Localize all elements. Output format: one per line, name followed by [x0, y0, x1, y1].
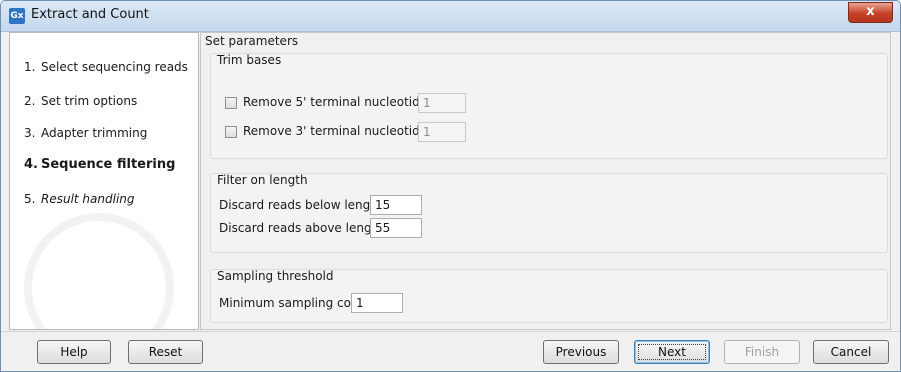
previous-button[interactable]: Previous [543, 340, 619, 364]
parameters-panel: Set parameters Trim bases Remove 5' term… [200, 32, 891, 330]
next-button[interactable]: Next [634, 340, 710, 364]
focus-ring [638, 344, 706, 360]
step-number: 5. [24, 192, 36, 206]
discard-above-input[interactable]: 55 [370, 218, 422, 238]
step-label: Select sequencing reads [41, 60, 188, 74]
step-sequence-filtering: 4. Sequence filtering [24, 157, 175, 172]
remove-5-label: Remove 5' terminal nucleotides [243, 95, 434, 109]
dialog-content: 1. Select sequencing reads 2. Set trim opt… [9, 32, 891, 330]
step-label: Sequence filtering [41, 157, 176, 172]
min-sampling-label: Minimum sampling count [219, 296, 371, 310]
remove-5-input[interactable]: 1 [418, 93, 466, 113]
panel-title: Set parameters [205, 34, 299, 48]
filter-length-group: Filter on length Discard reads below len… [210, 173, 888, 253]
sampling-threshold-group: Sampling threshold Minimum sampling coun… [210, 269, 888, 323]
step-number: 2. [24, 94, 36, 108]
title-bar: Gx Extract and Count x [1, 1, 900, 32]
step-number: 1. [24, 60, 36, 74]
discard-below-label: Discard reads below length [219, 198, 383, 212]
finish-button[interactable]: Finish [724, 340, 800, 364]
group-title: Sampling threshold [217, 269, 334, 283]
help-button[interactable]: Help [37, 340, 111, 364]
step-number: 3. [24, 126, 36, 140]
step-label: Result handling [41, 192, 135, 206]
step-trim-options: 2. Set trim options [24, 94, 137, 108]
group-title: Trim bases [217, 53, 282, 67]
watermark-seal-icon [24, 213, 174, 329]
dialog-window: Gx Extract and Count x 1. Select sequenci… [0, 0, 901, 372]
step-select-reads: 1. Select sequencing reads [24, 60, 188, 74]
step-number: 4. [24, 157, 38, 172]
wizard-steps: 1. Select sequencing reads 2. Set trim opt… [9, 32, 199, 330]
remove-3-input[interactable]: 1 [418, 122, 466, 142]
remove-5-checkbox[interactable] [225, 97, 237, 109]
step-label: Set trim options [41, 94, 138, 108]
app-icon: Gx [9, 8, 25, 24]
step-label: Adapter trimming [41, 126, 148, 140]
close-button[interactable]: x [848, 2, 893, 23]
step-adapter-trimming: 3. Adapter trimming [24, 126, 147, 140]
cancel-button[interactable]: Cancel [813, 340, 889, 364]
group-title: Filter on length [217, 173, 308, 187]
button-bar: Help Reset Previous Next Finish Cancel [1, 331, 900, 371]
remove-3-checkbox[interactable] [225, 126, 237, 138]
discard-above-label: Discard reads above length [219, 221, 384, 235]
discard-below-input[interactable]: 15 [370, 195, 422, 215]
remove-3-label: Remove 3' terminal nucleotides [243, 124, 434, 138]
min-sampling-input[interactable]: 1 [351, 293, 403, 313]
trim-bases-group: Trim bases Remove 5' terminal nucleotide… [210, 53, 888, 159]
window-title: Extract and Count [31, 7, 149, 22]
reset-button[interactable]: Reset [128, 340, 203, 364]
step-result-handling: 5. Result handling [24, 192, 135, 206]
